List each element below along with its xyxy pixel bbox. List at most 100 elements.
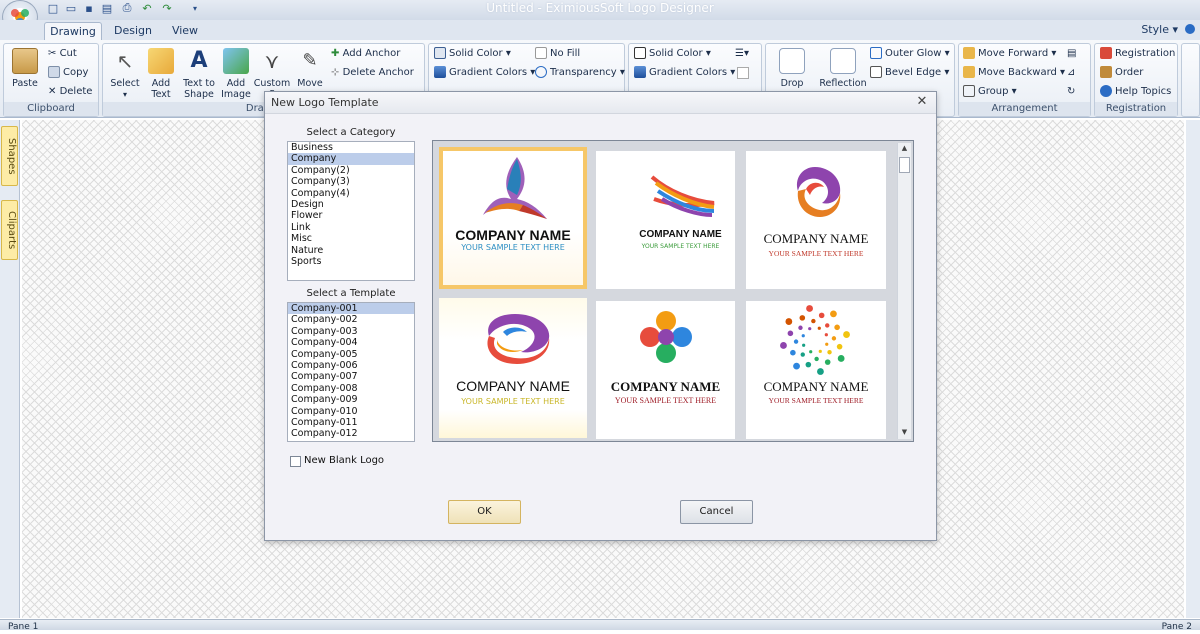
fill-solid-color-label: Solid Color bbox=[449, 48, 503, 59]
move-forward-icon bbox=[963, 47, 975, 59]
template-list-item[interactable]: Company-011 bbox=[288, 417, 414, 428]
category-list-item[interactable]: Company(3) bbox=[288, 176, 414, 187]
add-anchor-button[interactable]: ✚ Add Anchor bbox=[331, 46, 400, 62]
no-fill-button[interactable]: No Fill bbox=[535, 46, 580, 62]
template-list-item[interactable]: Company-008 bbox=[288, 383, 414, 394]
move-backward-button[interactable]: Move Backward ▾ bbox=[963, 65, 1065, 81]
category-list-item[interactable]: Sports bbox=[288, 256, 414, 267]
template-list-item[interactable]: Company-002 bbox=[288, 314, 414, 325]
template-thumbnail-1[interactable]: COMPANY NAME YOUR SAMPLE TEXT HERE bbox=[439, 147, 587, 289]
undo-icon[interactable]: ↶ bbox=[140, 1, 154, 15]
fill-gradient-colors-label: Gradient Colors bbox=[449, 67, 528, 78]
add-text-label-2: Text bbox=[151, 89, 171, 100]
delete-anchor-button[interactable]: ⊹ Delete Anchor bbox=[331, 65, 414, 81]
template-list-item[interactable]: Company-010 bbox=[288, 406, 414, 417]
template-list-item[interactable]: Company-009 bbox=[288, 394, 414, 405]
paste-button[interactable]: Paste bbox=[8, 48, 42, 89]
tagline-text: YOUR SAMPLE TEXT HERE bbox=[614, 396, 717, 405]
open-folder-icon[interactable]: ▭ bbox=[64, 1, 78, 15]
category-list-item[interactable]: Company(2) bbox=[288, 165, 414, 176]
tab-drawing[interactable]: Drawing bbox=[44, 22, 102, 40]
template-list[interactable]: Company-001 Company-002 Company-003 Company… bbox=[287, 302, 415, 442]
spiral-dot bbox=[817, 326, 821, 330]
template-list-item[interactable]: Company-003 bbox=[288, 326, 414, 337]
add-image-button[interactable]: Add Image bbox=[219, 48, 253, 100]
cut-button[interactable]: ✂ Cut bbox=[48, 46, 77, 62]
ok-button[interactable]: OK bbox=[448, 500, 521, 524]
rotate-icon[interactable]: ↻ bbox=[1067, 84, 1075, 100]
print-icon[interactable]: ⎙ bbox=[120, 1, 134, 15]
template-thumbnail-6[interactable]: COMPANY NAME YOUR SAMPLE TEXT HERE bbox=[746, 301, 886, 439]
category-list-item[interactable]: Misc bbox=[288, 233, 414, 244]
move-forward-button[interactable]: Move Forward ▾ bbox=[963, 46, 1056, 62]
template-grid-scrollbar[interactable]: ▲ ▼ bbox=[897, 143, 911, 439]
registration-button[interactable]: Registration bbox=[1100, 46, 1175, 62]
spiral-dot bbox=[799, 315, 806, 321]
template-list-item[interactable]: Company-004 bbox=[288, 337, 414, 348]
template-thumbnail-3[interactable]: COMPANY NAME YOUR SAMPLE TEXT HERE bbox=[746, 151, 886, 289]
fill-gradient-colors-button[interactable]: Gradient Colors ▾ bbox=[434, 65, 535, 81]
category-list-item[interactable]: Design bbox=[288, 199, 414, 210]
text-to-shape-button[interactable]: A Text to Shape bbox=[179, 48, 219, 100]
shapes-side-tab[interactable]: Shapes bbox=[1, 126, 18, 186]
template-list-item[interactable]: Company-012 bbox=[288, 428, 414, 439]
align-icon[interactable]: ▤ bbox=[1067, 46, 1076, 62]
scroll-up-icon[interactable]: ▲ bbox=[899, 144, 910, 154]
cliparts-side-tab[interactable]: Cliparts bbox=[1, 200, 18, 260]
customize-quickaccess-icon[interactable]: ▾ bbox=[188, 1, 202, 15]
select-button[interactable]: ↖ Select ▾ bbox=[107, 48, 143, 100]
bevel-edge-button[interactable]: Bevel Edge ▾ bbox=[870, 65, 949, 81]
help-topics-button[interactable]: Help Topics bbox=[1100, 84, 1171, 100]
gradient-icon bbox=[434, 66, 446, 78]
spiral-dot bbox=[834, 324, 840, 331]
redo-icon[interactable]: ↷ bbox=[160, 1, 174, 15]
group-button[interactable]: Group ▾ bbox=[963, 84, 1017, 100]
new-file-icon[interactable]: □ bbox=[46, 1, 60, 15]
drop-shadow-button[interactable]: Drop bbox=[772, 48, 812, 89]
template-list-item[interactable]: Company-006 bbox=[288, 360, 414, 371]
line-style-icon[interactable]: ☰▾ bbox=[735, 46, 749, 62]
move-button[interactable]: ✎ Move bbox=[293, 48, 327, 89]
fill-solid-color-button[interactable]: Solid Color ▾ bbox=[434, 46, 511, 62]
close-icon[interactable]: ✕ bbox=[914, 94, 930, 110]
category-list-item[interactable]: Company(4) bbox=[288, 188, 414, 199]
delete-button[interactable]: ✕ Delete bbox=[48, 84, 92, 100]
flip-icon[interactable]: ⊿ bbox=[1067, 65, 1075, 81]
tab-design[interactable]: Design bbox=[110, 22, 156, 40]
tab-view[interactable]: View bbox=[164, 22, 206, 40]
template-thumbnail-4[interactable]: COMPANY NAME YOUR SAMPLE TEXT HERE bbox=[439, 298, 587, 438]
category-list-item[interactable]: Business bbox=[288, 142, 414, 153]
line-gradient-colors-button[interactable]: Gradient Colors ▾ bbox=[634, 65, 735, 81]
order-button[interactable]: Order bbox=[1100, 65, 1143, 81]
template-thumbnail-5[interactable]: COMPANY NAME YOUR SAMPLE TEXT HERE bbox=[596, 301, 735, 439]
reflection-button[interactable]: Reflection bbox=[816, 48, 870, 89]
new-blank-logo-checkbox[interactable] bbox=[290, 456, 301, 467]
spiral-dot bbox=[843, 331, 850, 338]
export-icon[interactable]: ▤ bbox=[100, 1, 114, 15]
line-solid-color-button[interactable]: Solid Color ▾ bbox=[634, 46, 711, 62]
registration-label: Registration bbox=[1115, 48, 1176, 59]
category-list-item[interactable]: Link bbox=[288, 222, 414, 233]
category-list-item[interactable]: Flower bbox=[288, 210, 414, 221]
cancel-button[interactable]: Cancel bbox=[680, 500, 753, 524]
scroll-thumb[interactable] bbox=[899, 157, 910, 173]
help-icon[interactable] bbox=[1185, 24, 1195, 34]
logo-ring-graphic bbox=[796, 167, 841, 217]
add-text-button[interactable]: Add Text bbox=[145, 48, 177, 100]
style-menu[interactable]: Style ▾ bbox=[1141, 23, 1178, 36]
scroll-down-icon[interactable]: ▼ bbox=[899, 428, 910, 438]
category-list-item[interactable]: Nature bbox=[288, 245, 414, 256]
select-label: Select bbox=[110, 78, 140, 89]
outer-glow-button[interactable]: Outer Glow ▾ bbox=[870, 46, 950, 62]
category-list-item[interactable]: Company bbox=[288, 153, 414, 165]
line-color-swatch[interactable] bbox=[737, 67, 749, 79]
transparency-button[interactable]: Transparency ▾ bbox=[535, 65, 625, 81]
template-list-item[interactable]: Company-007 bbox=[288, 371, 414, 382]
template-list-item[interactable]: Company-001 bbox=[288, 303, 414, 315]
template-thumbnail-2[interactable]: COMPANY NAME YOUR SAMPLE TEXT HERE bbox=[596, 151, 735, 289]
category-list[interactable]: Business Company Company(2) Company(3) Compa… bbox=[287, 141, 415, 281]
template-list-item[interactable]: Company-005 bbox=[288, 349, 414, 360]
add-anchor-label: Add Anchor bbox=[342, 48, 401, 59]
save-icon[interactable]: ▪ bbox=[82, 1, 96, 15]
copy-button[interactable]: Copy bbox=[48, 65, 88, 81]
